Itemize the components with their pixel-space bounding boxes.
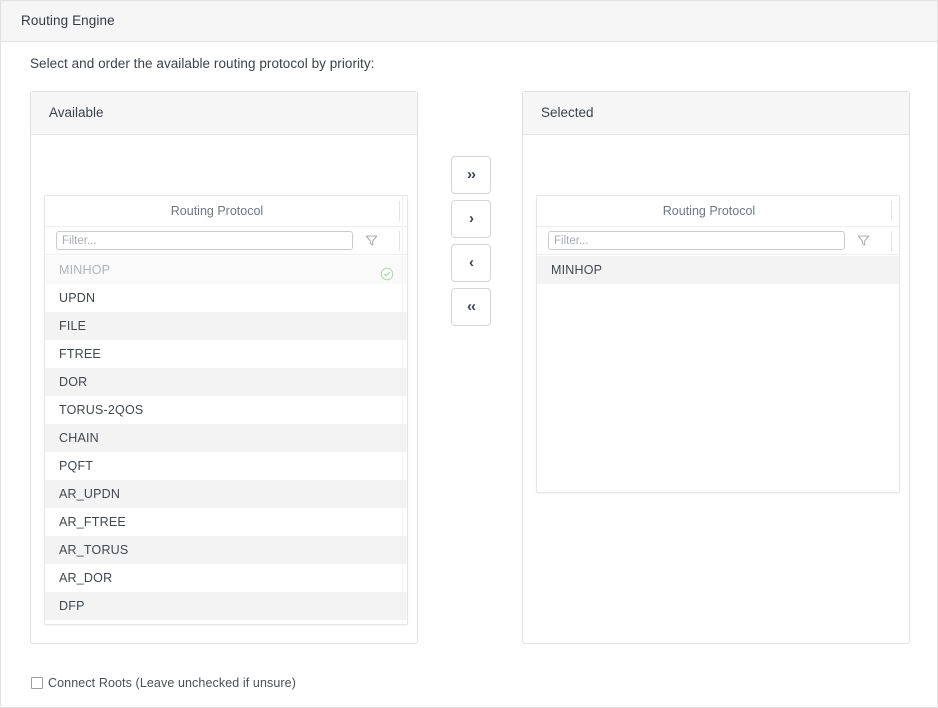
- selected-panel: Selected Routing Protocol MINHOP: [522, 91, 910, 644]
- list-item-label: DFP: [59, 599, 85, 613]
- connect-roots-checkbox[interactable]: [31, 677, 43, 689]
- list-item-label: MINHOP: [59, 263, 110, 277]
- list-item-label: FTREE: [59, 347, 101, 361]
- move-left-button[interactable]: ‹: [451, 244, 491, 282]
- list-item[interactable]: AR_UPDN: [45, 480, 407, 508]
- list-item[interactable]: MINHOP: [537, 256, 899, 284]
- connect-roots-label[interactable]: Connect Roots (Leave unchecked if unsure…: [48, 676, 296, 690]
- list-item-label: AR_FTREE: [59, 515, 126, 529]
- available-scrollbar[interactable]: [402, 196, 409, 624]
- connect-roots-row: Connect Roots (Leave unchecked if unsure…: [31, 676, 296, 690]
- list-item[interactable]: CHAIN: [45, 424, 407, 452]
- list-item-label: FILE: [59, 319, 86, 333]
- list-item[interactable]: AR_TORUS: [45, 536, 407, 564]
- list-item-label: CHAIN: [59, 431, 99, 445]
- column-divider: [399, 201, 400, 221]
- routing-engine-dialog: Routing Engine Select and order the avai…: [0, 0, 938, 708]
- available-panel: Available Routing Protocol MINHOP UPDN FIL…: [30, 91, 418, 644]
- list-item[interactable]: UPDN: [45, 284, 407, 312]
- available-column-header[interactable]: Routing Protocol: [45, 196, 407, 227]
- available-filter-input[interactable]: [56, 231, 353, 250]
- selected-column-header-label: Routing Protocol: [537, 204, 881, 218]
- page-title: Routing Engine: [21, 13, 115, 28]
- list-item-label: UPDN: [59, 291, 95, 305]
- list-item-label: AR_UPDN: [59, 487, 120, 501]
- transfer-button-group: ›››‹‹‹: [451, 156, 491, 332]
- list-item-label: AR_TORUS: [59, 543, 128, 557]
- list-item-label: MINHOP: [551, 263, 602, 277]
- selected-column-header[interactable]: Routing Protocol: [537, 196, 899, 227]
- list-item[interactable]: PQFT: [45, 452, 407, 480]
- list-item[interactable]: DOR: [45, 368, 407, 396]
- list-item-label: PQFT: [59, 459, 93, 473]
- list-item-label: TORUS-2QOS: [59, 403, 143, 417]
- selected-panel-title: Selected: [541, 105, 594, 120]
- funnel-icon[interactable]: [857, 234, 870, 247]
- available-grid: Routing Protocol MINHOP UPDN FILE FTREE DOR T…: [44, 195, 408, 625]
- filter-divider: [891, 231, 892, 251]
- move-all-right-button[interactable]: ››: [451, 156, 491, 194]
- list-item-label: DOR: [59, 375, 87, 389]
- list-item[interactable]: TORUS-2QOS: [45, 396, 407, 424]
- column-divider: [891, 201, 892, 221]
- selected-grid: Routing Protocol MINHOP: [536, 195, 900, 493]
- circle-check-icon: [380, 263, 394, 277]
- list-item[interactable]: DFP: [45, 592, 407, 620]
- available-panel-header: Available: [31, 92, 417, 135]
- move-all-left-button[interactable]: ‹‹: [451, 288, 491, 326]
- selected-filter-row: [537, 227, 899, 255]
- selected-row-list[interactable]: MINHOP: [537, 256, 899, 492]
- available-filter-row: [45, 227, 407, 255]
- list-item[interactable]: AR_DOR: [45, 564, 407, 592]
- available-row-list[interactable]: MINHOP UPDN FILE FTREE DOR TORUS-2QOS CHAIN PQF…: [45, 256, 407, 624]
- filter-divider: [399, 231, 400, 251]
- instruction-text: Select and order the available routing p…: [30, 56, 374, 71]
- list-item[interactable]: AR_FTREE: [45, 508, 407, 536]
- funnel-icon[interactable]: [365, 234, 378, 247]
- list-item-label: AR_DOR: [59, 571, 112, 585]
- list-item[interactable]: FILE: [45, 312, 407, 340]
- list-item[interactable]: FTREE: [45, 340, 407, 368]
- list-item: MINHOP: [45, 256, 407, 284]
- selected-panel-header: Selected: [523, 92, 909, 135]
- available-panel-title: Available: [49, 105, 104, 120]
- selected-filter-input[interactable]: [548, 231, 845, 250]
- available-column-header-label: Routing Protocol: [45, 204, 389, 218]
- move-right-button[interactable]: ›: [451, 200, 491, 238]
- dialog-titlebar: Routing Engine: [1, 1, 937, 42]
